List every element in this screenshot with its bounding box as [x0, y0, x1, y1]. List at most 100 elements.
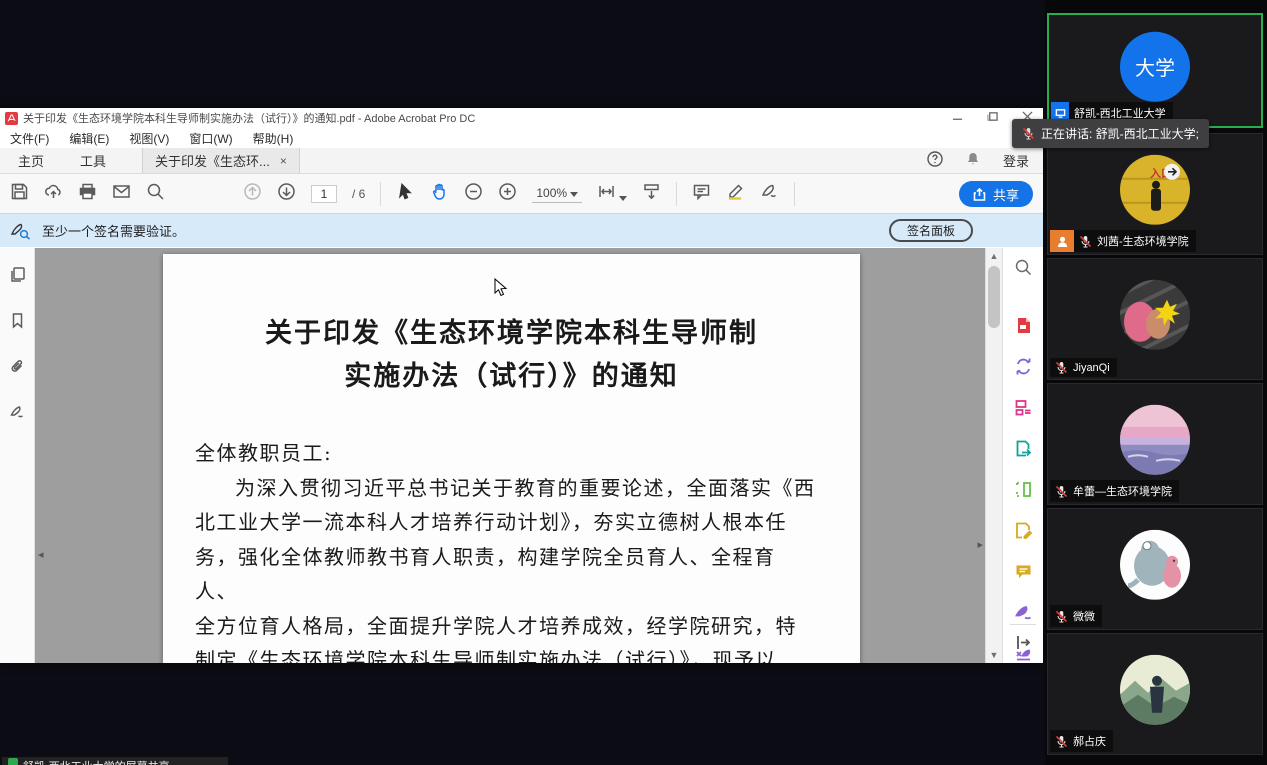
- participant-tile[interactable]: 大学 舒凯-西北工业大学: [1047, 13, 1263, 128]
- participant-tile[interactable]: JiyanQi: [1047, 258, 1263, 380]
- zoom-level-value: 100%: [536, 186, 567, 200]
- avatar-initials: 大学: [1135, 52, 1175, 81]
- highlight-icon[interactable]: [726, 182, 745, 206]
- tab-home[interactable]: 主页: [0, 148, 62, 173]
- tab-document[interactable]: 关于印发《生态环... ×: [142, 148, 300, 173]
- menu-edit[interactable]: 编辑(E): [69, 130, 109, 147]
- print-icon[interactable]: [78, 182, 97, 206]
- save-icon[interactable]: [10, 182, 29, 206]
- edit-pdf-icon[interactable]: [1014, 521, 1033, 545]
- document-body: 全体教职员工: 为深入贯彻习近平总书记关于教育的重要论述，全面落实《西 北工业大…: [195, 436, 818, 663]
- avatar: [1120, 530, 1190, 600]
- menu-view[interactable]: 视图(V): [129, 130, 169, 147]
- menu-bar: 文件(F) 编辑(E) 视图(V) 窗口(W) 帮助(H): [0, 128, 1043, 148]
- minimize-button[interactable]: [952, 109, 963, 127]
- export-pdf-icon[interactable]: [1014, 439, 1033, 463]
- tab-close-icon[interactable]: ×: [280, 154, 287, 168]
- signature-message: 至少一个签名需要验证。: [42, 221, 185, 240]
- document-title-line2: 实施办法（试行）》的通知: [163, 355, 860, 398]
- acrobat-app-icon: [5, 112, 18, 125]
- host-badge-icon: [1050, 230, 1074, 252]
- zoom-in-icon[interactable]: [498, 182, 517, 206]
- document-canvas[interactable]: ◂ ▸ 关于印发《生态环境学院本科生导师制 实施办法（试行）》的通知 全体教职员…: [35, 248, 985, 663]
- upload-cloud-icon[interactable]: [44, 182, 63, 206]
- screen-share-icon: [8, 758, 18, 765]
- tab-document-label: 关于印发《生态环...: [155, 151, 270, 170]
- signature-panel-button[interactable]: 签名面板: [889, 219, 973, 242]
- screen-share-banner: 舒凯-西北工业大学的屏幕共享: [2, 757, 228, 765]
- acrobat-window: 关于印发《生态环境学院本科生导师制实施办法（试行）》的通知.pdf - Adob…: [0, 108, 1043, 663]
- sign-pen-icon[interactable]: [760, 182, 779, 206]
- participant-tile[interactable]: 牟蕾—生态环境学院: [1047, 383, 1263, 505]
- select-tool-icon[interactable]: [396, 182, 415, 206]
- scrollbar-thumb[interactable]: [988, 266, 1000, 328]
- previous-page-icon[interactable]: [243, 182, 262, 206]
- share-box-icon: [973, 188, 986, 201]
- mic-muted-icon: [1022, 127, 1035, 140]
- page-number-input[interactable]: 1: [311, 185, 337, 203]
- enhance-scans-icon[interactable]: [1014, 480, 1033, 504]
- scroll-up-icon[interactable]: ▲: [986, 251, 1002, 261]
- signin-button[interactable]: 登录: [1003, 151, 1029, 170]
- participant-name: 郝占庆: [1073, 733, 1106, 749]
- tab-tools[interactable]: 工具: [62, 148, 124, 173]
- document-title: 关于印发《生态环境学院本科生导师制 实施办法（试行）》的通知: [163, 312, 860, 398]
- fit-width-dropdown[interactable]: [597, 182, 627, 206]
- menu-window[interactable]: 窗口(W): [189, 130, 232, 147]
- signatures-panel-icon[interactable]: [9, 404, 26, 426]
- search-tools-icon[interactable]: [1014, 258, 1033, 282]
- organize-pages-icon[interactable]: [1014, 398, 1033, 422]
- zoom-out-icon[interactable]: [464, 182, 483, 206]
- comment-icon[interactable]: [692, 182, 711, 206]
- collapse-left-pane-icon[interactable]: ◂: [38, 548, 44, 561]
- scroll-down-icon[interactable]: ▼: [986, 650, 1002, 660]
- maximize-button[interactable]: [987, 109, 998, 127]
- chevron-down-icon: [570, 192, 578, 197]
- main-toolbar: 1 / 6 100% 共享: [0, 174, 1043, 214]
- attachments-icon[interactable]: [9, 358, 26, 380]
- create-pdf-icon[interactable]: [1014, 316, 1033, 340]
- pdf-page: 关于印发《生态环境学院本科生导师制 实施办法（试行）》的通知 全体教职员工: 为…: [163, 254, 860, 663]
- search-icon[interactable]: [146, 182, 165, 206]
- signature-notification-bar: 至少一个签名需要验证。 签名面板: [0, 214, 1043, 247]
- bookmarks-icon[interactable]: [9, 312, 26, 334]
- participant-tile[interactable]: 郝占庆: [1047, 633, 1263, 755]
- collapse-right-pane-icon[interactable]: ▸: [977, 538, 983, 551]
- participant-tile[interactable]: 入口 刘茜-生态环境学院: [1047, 133, 1263, 255]
- page-thumbnails-icon[interactable]: [9, 266, 26, 288]
- participants-sidebar: 大学 舒凯-西北工业大学 入口 刘茜-生态环境学院 JiyanQi: [1045, 0, 1267, 765]
- combine-files-icon[interactable]: [1014, 357, 1033, 381]
- chevron-down-icon: [619, 196, 627, 201]
- mouse-cursor: [494, 278, 508, 303]
- screen-share-banner-text: 舒凯-西北工业大学的屏幕共享: [23, 758, 170, 765]
- avatar: [1120, 655, 1190, 725]
- menu-help[interactable]: 帮助(H): [253, 130, 294, 147]
- window-title: 关于印发《生态环境学院本科生导师制实施办法（试行）》的通知.pdf - Adob…: [23, 110, 475, 126]
- help-icon[interactable]: [927, 151, 943, 170]
- page-total-label: / 6: [352, 187, 365, 201]
- vertical-scrollbar[interactable]: ▲ ▼: [985, 248, 1002, 663]
- notification-bell-icon[interactable]: [965, 151, 981, 170]
- avatar: 大学: [1120, 31, 1190, 101]
- participant-name: 牟蕾—生态环境学院: [1073, 483, 1172, 499]
- zoom-level-dropdown[interactable]: 100%: [532, 184, 582, 203]
- email-icon[interactable]: [112, 182, 131, 206]
- next-page-icon[interactable]: [277, 182, 296, 206]
- mic-muted-icon: [1055, 485, 1068, 498]
- mic-muted-icon: [1079, 235, 1092, 248]
- participant-name: JiyanQi: [1073, 362, 1110, 374]
- comment-tool-icon[interactable]: [1014, 562, 1033, 586]
- participant-tile[interactable]: 微微: [1047, 508, 1263, 630]
- menu-file[interactable]: 文件(F): [10, 130, 49, 147]
- document-line: 全方位育人格局，全面提升学院人才培养成效，经学院研究，特: [195, 609, 818, 644]
- expand-tools-pane-icon[interactable]: [1014, 633, 1033, 657]
- share-button[interactable]: 共享: [959, 181, 1033, 207]
- hand-tool-icon[interactable]: [430, 182, 449, 206]
- document-workarea: ◂ ▸ 关于印发《生态环境学院本科生导师制 实施办法（试行）》的通知 全体教职员…: [0, 248, 1043, 663]
- avatar: 入口: [1120, 155, 1190, 225]
- tab-bar: 主页 工具 关于印发《生态环... × 登录: [0, 148, 1043, 174]
- scrolling-mode-icon[interactable]: [642, 182, 661, 206]
- avatar: [1120, 405, 1190, 475]
- participant-name: 微微: [1073, 608, 1095, 624]
- document-line: 务，强化全体教师教书育人职责，构建学院全员育人、全程育人、: [195, 540, 818, 609]
